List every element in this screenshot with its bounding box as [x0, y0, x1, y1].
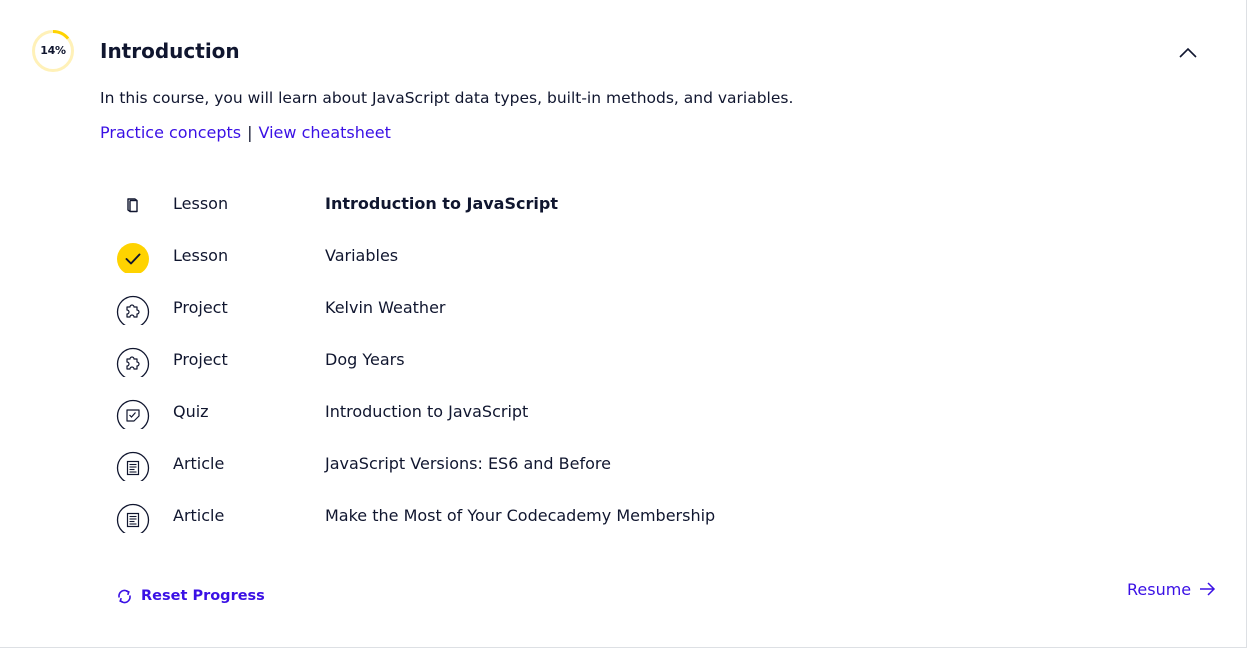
reset-icon: [118, 589, 131, 603]
item-type: Project: [173, 350, 228, 369]
item-type: Quiz: [173, 402, 209, 421]
reset-progress-button[interactable]: Reset Progress: [116, 586, 265, 606]
arrow-right-icon: [1200, 582, 1216, 596]
item-type: Lesson: [173, 194, 229, 213]
content-item-lesson-variables[interactable]: Lesson Variables: [0, 238, 1240, 278]
content-item-project-dog-years[interactable]: Project Dog Years: [0, 342, 1240, 382]
item-name: Kelvin Weather: [325, 298, 446, 317]
reset-progress-label: Reset Progress: [141, 588, 265, 604]
module-panel: 14% Introduction In this course, you wil…: [0, 0, 1247, 648]
item-type: Lesson: [173, 246, 229, 265]
content-item-lesson-intro[interactable]: Lesson Introduction to JavaScript: [0, 186, 1240, 226]
collapse-button[interactable]: [1174, 40, 1202, 64]
article-icon: [116, 447, 150, 485]
view-cheatsheet-link[interactable]: View cheatsheet: [259, 123, 391, 142]
module-description: In this course, you will learn about Jav…: [100, 89, 794, 107]
article-icon: [116, 499, 150, 537]
content-item-quiz[interactable]: Quiz Introduction to JavaScript: [0, 394, 1240, 434]
content-item-article-membership[interactable]: Article Make the Most of Your Codecademy…: [0, 498, 1240, 538]
item-type: Article: [173, 454, 225, 473]
item-name: Introduction to JavaScript: [325, 194, 558, 213]
module-links: Practice concepts | View cheatsheet: [100, 123, 391, 142]
progress-percent: 14%: [40, 44, 66, 57]
content-item-project-kelvin[interactable]: Project Kelvin Weather: [0, 290, 1240, 330]
link-separator: |: [247, 123, 253, 142]
puzzle-icon: [116, 291, 150, 329]
resume-button[interactable]: Resume: [1127, 578, 1216, 600]
progress-ring: 14%: [31, 29, 75, 73]
item-type: Article: [173, 506, 225, 525]
resume-label: Resume: [1127, 579, 1192, 599]
chevron-up-icon: [1179, 47, 1197, 58]
quiz-icon: [116, 395, 150, 433]
item-name: JavaScript Versions: ES6 and Before: [325, 454, 611, 473]
item-name: Introduction to JavaScript: [325, 402, 529, 421]
item-name: Variables: [325, 246, 399, 265]
check-icon: [116, 239, 150, 275]
content-item-article-es6[interactable]: Article JavaScript Versions: ES6 and Bef…: [0, 446, 1240, 486]
item-name: Make the Most of Your Codecademy Members…: [325, 506, 716, 525]
item-type: Project: [173, 298, 228, 317]
book-icon: [116, 187, 150, 221]
item-name: Dog Years: [325, 350, 405, 369]
practice-concepts-link[interactable]: Practice concepts: [100, 123, 241, 142]
puzzle-icon: [116, 343, 150, 381]
module-title: Introduction: [100, 39, 240, 63]
